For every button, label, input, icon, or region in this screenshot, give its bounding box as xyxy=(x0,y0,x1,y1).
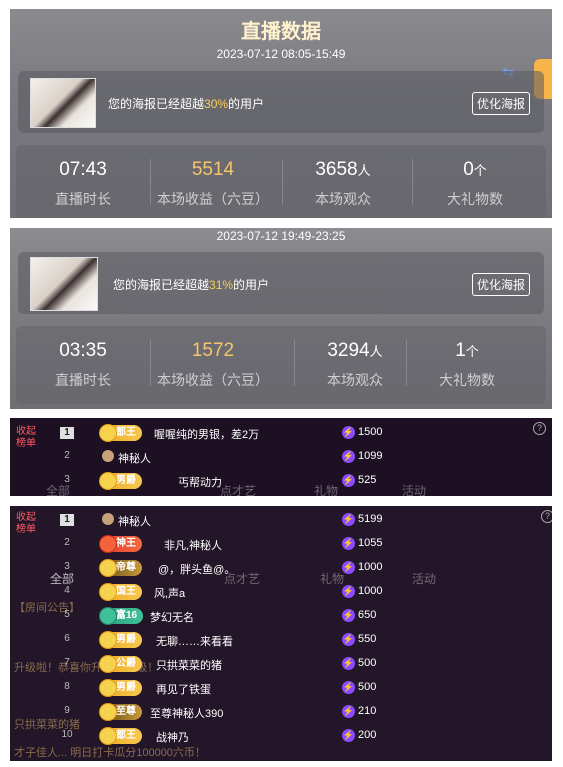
bolt-icon: ⚡ xyxy=(342,609,355,622)
ranking-row[interactable]: 9 至尊 至尊神秘人390 ⚡ 210 xyxy=(56,700,542,724)
bolt-icon: ⚡ xyxy=(342,681,355,694)
poster-thumbnail[interactable] xyxy=(30,78,96,128)
gift-ranking-panel-2: 收起 榜单 ? 全部 点才艺 礼物 活动 【房间公告】 升级啦！恭喜你升级至24… xyxy=(10,506,552,761)
ranking-row[interactable]: 3 帝尊 @，胖头鱼@。 ⚡ 1000 xyxy=(56,556,542,580)
poster-card: 您的海报已经超越30%的用户 优化海报 xyxy=(18,71,544,133)
vip-badge: 男爵 xyxy=(99,679,142,697)
collapse-ranking-toggle[interactable]: 收起 榜单 xyxy=(16,426,36,450)
ranking-row[interactable]: 6 男爵 无聊……来看看 ⚡ 550 xyxy=(56,628,542,652)
stat-big-gifts: 0个 大礼物数 xyxy=(447,159,503,207)
ranking-row[interactable]: 4 国王 风,声a ⚡ 1000 xyxy=(56,580,542,604)
stat-duration: 07:43 直播时长 xyxy=(55,159,111,207)
optimize-poster-button[interactable]: 优化海报 xyxy=(471,92,530,115)
bolt-icon: ⚡ xyxy=(342,450,355,463)
vip-badge: 富16 xyxy=(98,607,144,625)
ranking-row[interactable]: 10 都王 战神乃 ⚡ 200 xyxy=(56,724,542,748)
ranking-row[interactable]: 5 富16 梦幻无名 ⚡ 650 xyxy=(56,604,542,628)
stats-row: 07:43 直播时长 5514 本场收益（六豆） 3658人 本场观众 0个 大礼物数 xyxy=(16,145,546,218)
help-icon[interactable]: ? xyxy=(541,510,552,523)
stat-revenue: 1572 本场收益（六豆） xyxy=(157,340,269,388)
stat-big-gifts: 1个 大礼物数 xyxy=(439,340,495,388)
bolt-icon: ⚡ xyxy=(342,561,355,574)
avatar xyxy=(102,450,114,462)
vip-badge: 都王 xyxy=(99,727,142,745)
gift-ranking-panel-1: 收起 榜单 ? 全部 点才艺 礼物 活动 1 都王 喔喔纯的男银，差2万 ⚡ 1… xyxy=(10,418,552,496)
vip-badge: 男爵 xyxy=(99,472,142,490)
bolt-icon: ⚡ xyxy=(342,705,355,718)
vip-badge: 男爵 xyxy=(99,631,142,649)
bolt-icon: ⚡ xyxy=(342,513,355,526)
vip-badge: 帝尊 xyxy=(99,559,142,577)
bolt-icon: ⚡ xyxy=(342,633,355,646)
bolt-icon: ⚡ xyxy=(342,729,355,742)
poster-text: 您的海报已经超越31%的用户 xyxy=(113,278,270,292)
poster-thumbnail[interactable] xyxy=(30,257,98,311)
avatar xyxy=(102,513,114,525)
ranking-row[interactable]: 2 神王 非凡,神秘人 ⚡ 1055 xyxy=(56,532,542,556)
vip-badge: 都王 xyxy=(99,424,142,442)
live-data-panel-1: 直播数据 2023-07-12 08:05-15:49 ⇆ 您的海报已经超越30… xyxy=(10,9,552,218)
stat-duration: 03:35 直播时长 xyxy=(55,340,111,388)
live-data-panel-2: 2023-07-12 19:49-23:25 您的海报已经超越31%的用户 优化… xyxy=(10,228,552,409)
poster-text: 您的海报已经超越30%的用户 xyxy=(108,97,265,111)
stat-revenue: 5514 本场收益（六豆） xyxy=(157,159,269,207)
bolt-icon: ⚡ xyxy=(342,585,355,598)
bolt-icon: ⚡ xyxy=(342,426,355,439)
vip-badge: 国王 xyxy=(99,583,142,601)
session-date: 2023-07-12 19:49-23:25 xyxy=(216,229,346,243)
vip-badge: 公爵 xyxy=(99,655,142,673)
stat-viewers: 3658人 本场观众 xyxy=(315,159,371,207)
ranking-row[interactable]: 1 都王 喔喔纯的男银，差2万 ⚡ 1500 xyxy=(56,421,542,445)
optimize-poster-button[interactable]: 优化海报 xyxy=(471,273,530,296)
ranking-row[interactable]: 1 神秘人 ⚡ 5199 xyxy=(56,508,542,532)
bolt-icon: ⚡ xyxy=(342,657,355,670)
ranking-row[interactable]: 7 公爵 只拱菜菜的猪 ⚡ 500 xyxy=(56,652,542,676)
bolt-icon: ⚡ xyxy=(342,474,355,487)
ranking-row[interactable]: 8 男爵 再见了铁蛋 ⚡ 500 xyxy=(56,676,542,700)
stats-row: 03:35 直播时长 1572 本场收益（六豆） 3294人 本场观众 1个 大礼物数 xyxy=(16,326,546,404)
session-date: 2023-07-12 08:05-15:49 xyxy=(216,47,346,61)
collapse-ranking-toggle[interactable]: 收起 榜单 xyxy=(16,512,36,536)
ranking-row[interactable]: 2 神秘人 ⚡ 1099 xyxy=(56,445,542,469)
bolt-icon: ⚡ xyxy=(342,537,355,550)
vip-badge: 神王 xyxy=(99,535,142,553)
vip-badge: 至尊 xyxy=(99,703,142,721)
page-title: 直播数据 xyxy=(241,21,321,43)
poster-card: 您的海报已经超越31%的用户 优化海报 xyxy=(18,252,544,314)
ranking-row[interactable]: 3 男爵 丐帮动力 ⚡ 525 xyxy=(56,469,542,493)
